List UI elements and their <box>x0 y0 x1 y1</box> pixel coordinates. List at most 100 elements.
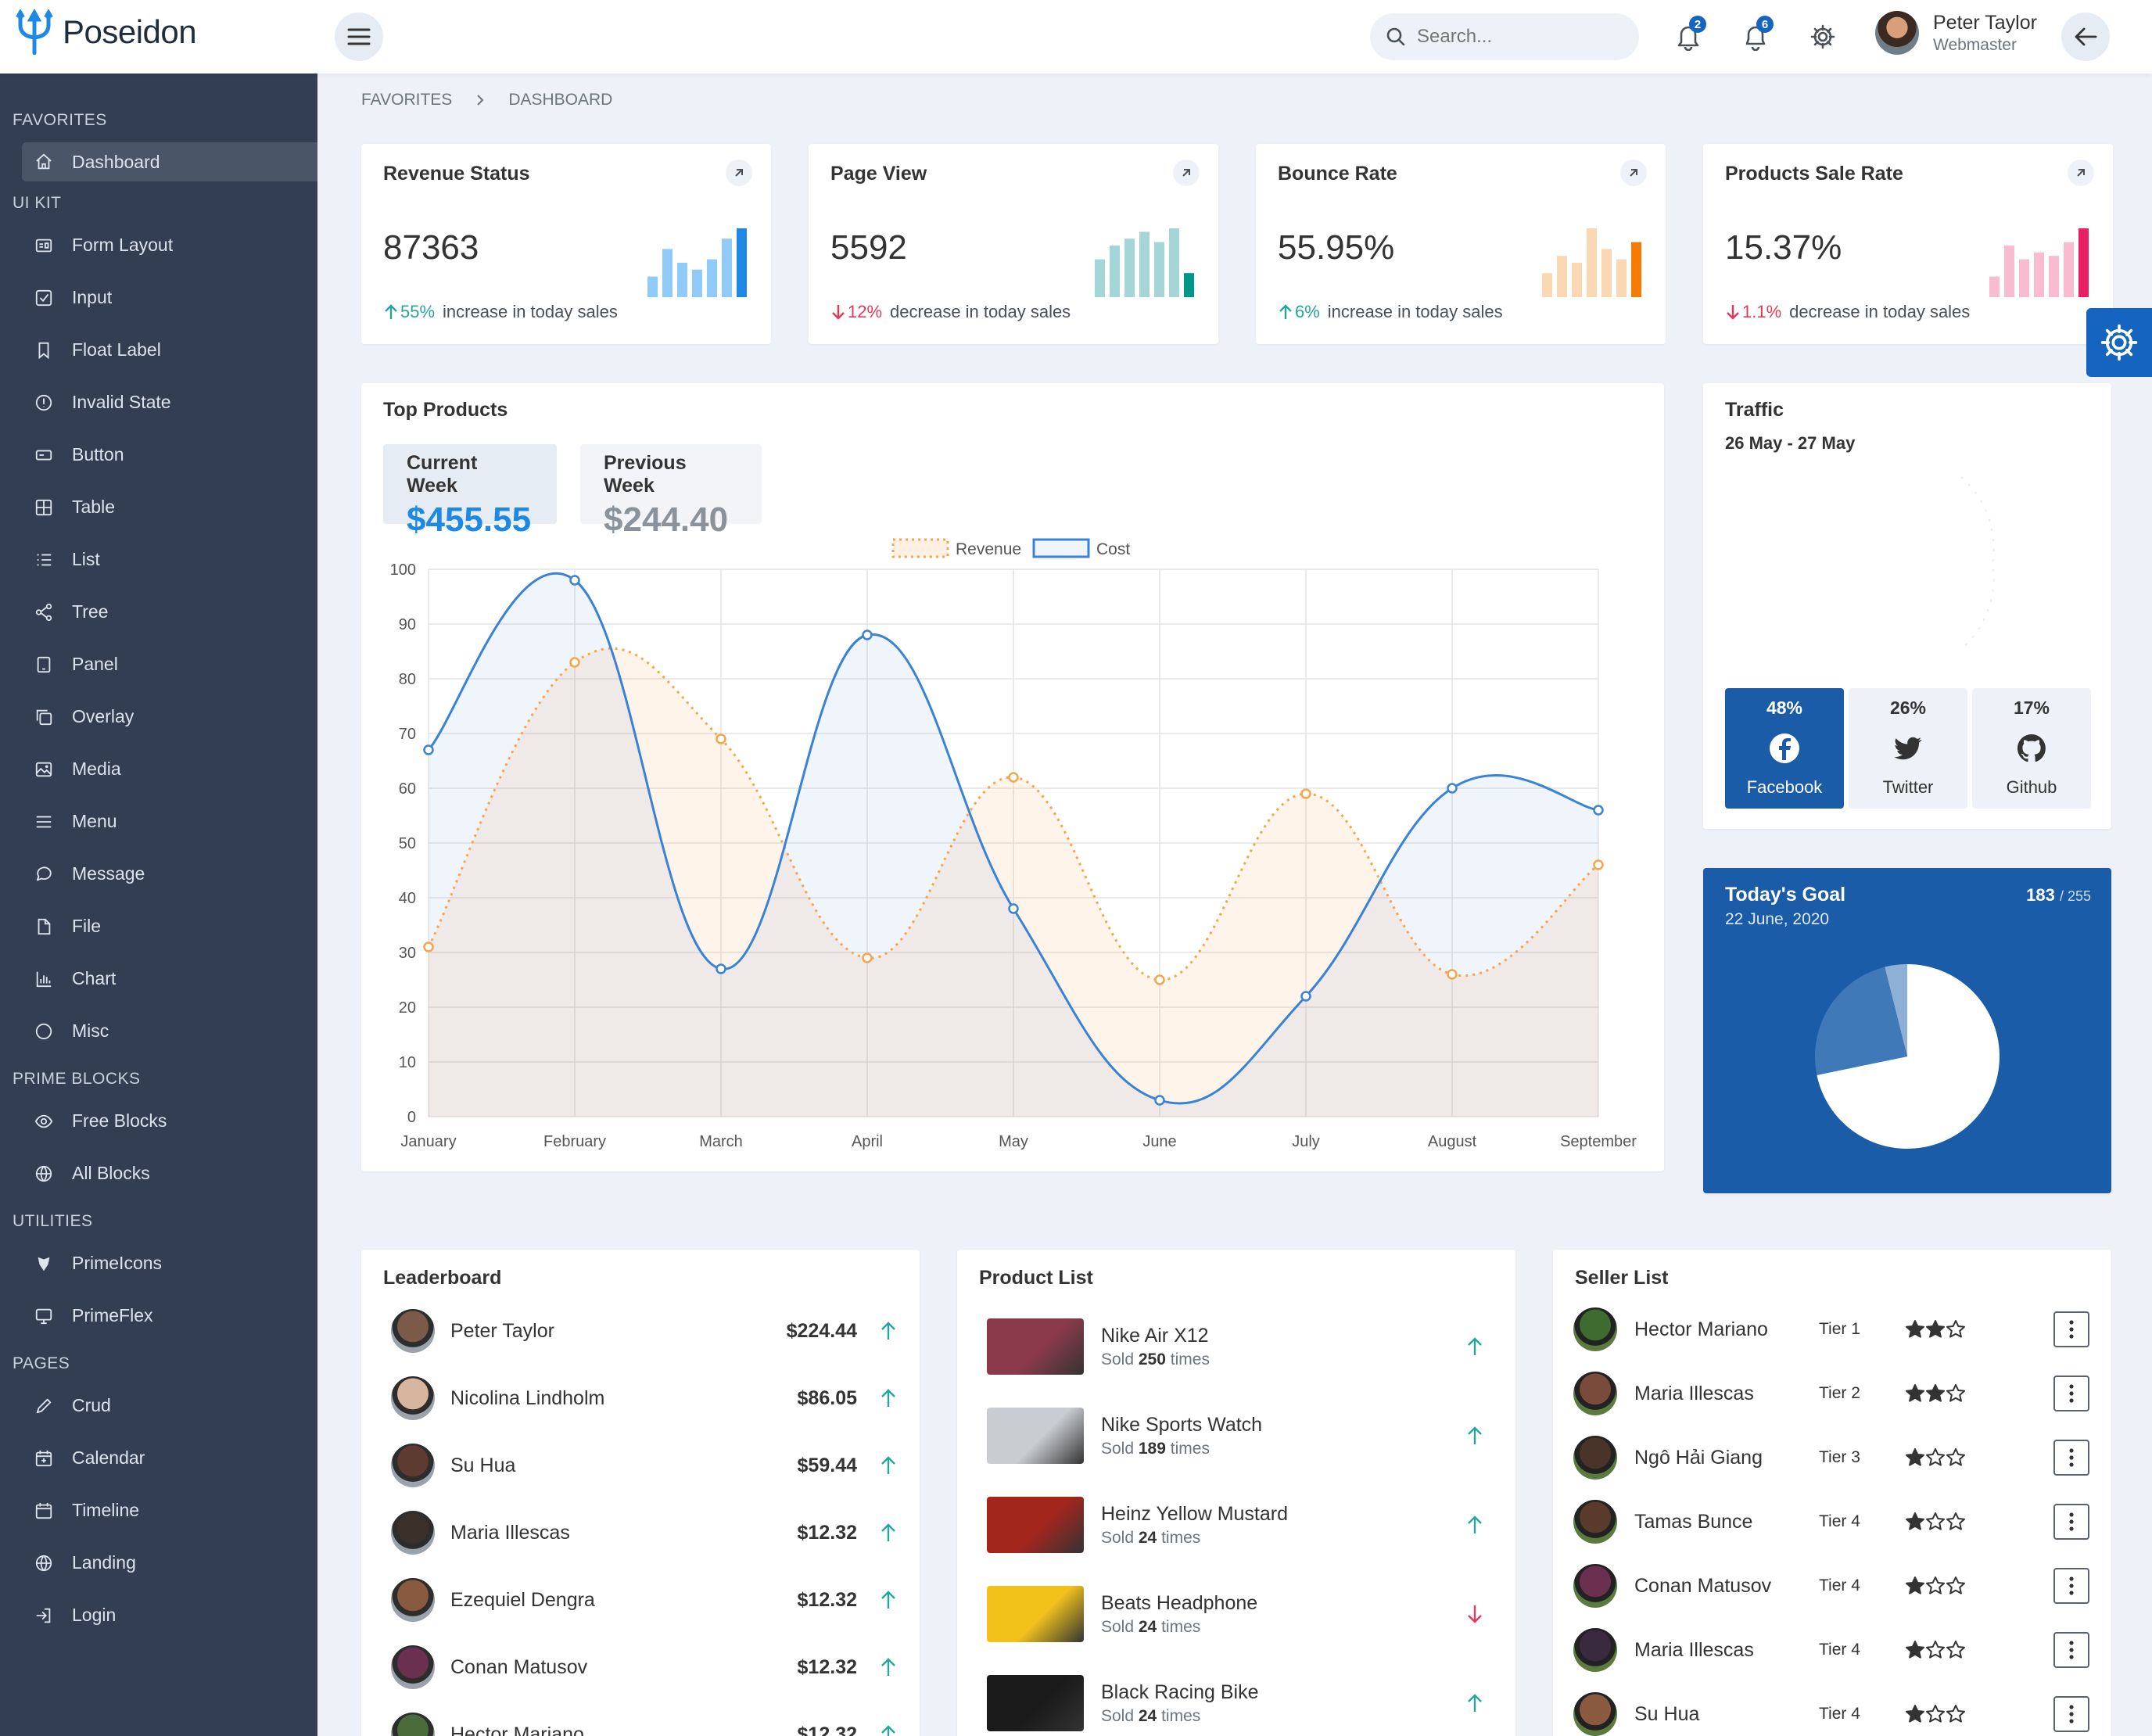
sidebar-item-landing[interactable]: Landing <box>0 1537 317 1589</box>
leaderboard-row[interactable]: Nicolina Lindholm $86.05 <box>361 1376 920 1420</box>
sidebar-item-table[interactable]: Table <box>0 481 317 533</box>
user-profile[interactable]: Peter Taylor Webmaster <box>1875 11 2037 55</box>
seller-menu-button[interactable] <box>2053 1632 2089 1668</box>
external-link-button[interactable] <box>726 160 752 186</box>
seller-menu-button[interactable] <box>2053 1376 2089 1411</box>
data-point[interactable] <box>423 942 434 952</box>
sidebar-item-dashboard[interactable]: Dashboard <box>22 142 317 181</box>
seller-row: Maria Illescas Tier 4 <box>1553 1628 2111 1672</box>
search-input[interactable] <box>1417 26 1620 48</box>
sidebar-item-message[interactable]: Message <box>0 848 317 900</box>
sidebar-item-float-label[interactable]: Float Label <box>0 324 317 376</box>
sidebar-item-primeflex[interactable]: PrimeFlex <box>0 1289 317 1342</box>
menu-toggle-button[interactable] <box>335 13 383 61</box>
leaderboard-row[interactable]: Peter Taylor $224.44 <box>361 1309 920 1353</box>
avatar <box>391 1578 435 1622</box>
sidebar-item-login[interactable]: Login <box>0 1589 317 1641</box>
legend-swatch[interactable] <box>1032 538 1090 558</box>
data-point[interactable] <box>1008 772 1019 783</box>
sidebar-item-crud[interactable]: Crud <box>0 1379 317 1432</box>
sidebar-item-list[interactable]: List <box>0 533 317 586</box>
legend-swatch[interactable] <box>891 538 949 558</box>
traffic-source-github[interactable]: 17% Github <box>1972 688 2091 809</box>
sidebar-item-timeline[interactable]: Timeline <box>0 1484 317 1537</box>
sidebar-item-form-layout[interactable]: Form Layout <box>0 219 317 271</box>
seller-name: Conan Matusov <box>1634 1574 1772 1597</box>
traffic-source-twitter[interactable]: 26% Twitter <box>1849 688 1967 809</box>
data-point[interactable] <box>1593 859 1604 870</box>
product-row[interactable]: Black Racing Bike Sold 24 times <box>957 1675 1515 1731</box>
stat-change: 1.1% <box>1742 302 1782 321</box>
stat-change-text: increase in today sales <box>1327 302 1503 321</box>
sidebar-item-calendar[interactable]: Calendar <box>0 1432 317 1484</box>
leaderboard-row[interactable]: Hector Mariano $12.32 <box>361 1713 920 1736</box>
sidebar-item-media[interactable]: Media <box>0 743 317 795</box>
data-point[interactable] <box>1154 974 1165 985</box>
calendar-plus-icon <box>35 1450 52 1466</box>
data-point[interactable] <box>1008 903 1019 914</box>
data-point[interactable] <box>862 952 873 963</box>
product-row[interactable]: Heinz Yellow Mustard Sold 24 times <box>957 1497 1515 1553</box>
data-point[interactable] <box>1447 969 1458 980</box>
sidebar-item-free-blocks[interactable]: Free Blocks <box>0 1095 317 1147</box>
sidebar-item-misc[interactable]: Misc <box>0 1005 317 1057</box>
ellipsis-v-icon <box>2069 1705 2074 1723</box>
layout-config-button[interactable] <box>2086 308 2152 377</box>
x-tick-label: March <box>699 1133 743 1150</box>
sidebar-item-invalid-state[interactable]: Invalid State <box>0 376 317 429</box>
sidebar-item-button[interactable]: Button <box>0 429 317 481</box>
product-row[interactable]: Nike Air X12 Sold 250 times <box>957 1318 1515 1375</box>
seller-menu-button[interactable] <box>2053 1696 2089 1732</box>
data-point[interactable] <box>862 629 873 640</box>
seller-menu-button[interactable] <box>2053 1568 2089 1604</box>
seller-menu-button[interactable] <box>2053 1440 2089 1476</box>
logo[interactable]: Poseidon <box>14 9 197 55</box>
sidebar-item-overlay[interactable]: Overlay <box>0 690 317 743</box>
globe-icon <box>35 1165 52 1182</box>
leaderboard-row[interactable]: Ezequiel Dengra $12.32 <box>361 1578 920 1622</box>
settings-button[interactable] <box>1803 17 1842 56</box>
arrow-up-right-icon <box>1182 169 1190 177</box>
data-point[interactable] <box>1593 805 1604 816</box>
sold-prefix: Sold <box>1101 1617 1135 1636</box>
external-link-button[interactable] <box>2068 160 2094 186</box>
sidebar-item-chart[interactable]: Chart <box>0 952 317 1005</box>
search-box[interactable] <box>1370 13 1639 60</box>
external-link-button[interactable] <box>1173 160 1200 186</box>
notifications-button[interactable]: 2 <box>1669 16 1708 56</box>
product-thumbnail <box>987 1675 1084 1731</box>
data-point[interactable] <box>716 733 726 744</box>
sidebar-item-tree[interactable]: Tree <box>0 586 317 638</box>
arrow-up-right-icon <box>2077 169 2085 177</box>
data-point[interactable] <box>569 575 580 586</box>
leaderboard-amount: $12.32 <box>797 1723 857 1736</box>
leaderboard-row[interactable]: Su Hua $59.44 <box>361 1444 920 1487</box>
traffic-source-facebook[interactable]: 48% Facebook <box>1725 688 1844 809</box>
sidebar-item-input[interactable]: Input <box>0 271 317 324</box>
seller-menu-button[interactable] <box>2053 1504 2089 1540</box>
x-tick-label: May <box>999 1133 1028 1150</box>
product-row[interactable]: Nike Sports Watch Sold 189 times <box>957 1408 1515 1464</box>
external-link-button[interactable] <box>1620 160 1647 186</box>
breadcrumb-item[interactable]: FAVORITES <box>361 91 452 109</box>
product-row[interactable]: Beats Headphone Sold 24 times <box>957 1586 1515 1642</box>
data-point[interactable] <box>1300 788 1311 799</box>
data-point[interactable] <box>569 657 580 668</box>
sidebar-item-primeicons[interactable]: PrimeIcons <box>0 1237 317 1289</box>
data-point[interactable] <box>1154 1095 1165 1106</box>
sidebar-item-menu[interactable]: Menu <box>0 795 317 848</box>
sidebar-item-all-blocks[interactable]: All Blocks <box>0 1147 317 1200</box>
sidebar-item-file[interactable]: File <box>0 900 317 952</box>
messages-button[interactable]: 6 <box>1736 16 1775 56</box>
seller-menu-button[interactable] <box>2053 1311 2089 1347</box>
data-point[interactable] <box>423 744 434 755</box>
arrow-up-icon <box>881 1322 895 1340</box>
sidebar-item-panel[interactable]: Panel <box>0 638 317 690</box>
data-point[interactable] <box>1300 991 1311 1002</box>
data-point[interactable] <box>716 963 726 974</box>
leaderboard-row[interactable]: Maria Illescas $12.32 <box>361 1511 920 1555</box>
leaderboard-row[interactable]: Conan Matusov $12.32 <box>361 1645 920 1689</box>
breadcrumb-item[interactable]: DASHBOARD <box>508 91 612 109</box>
back-button[interactable] <box>2061 13 2110 61</box>
data-point[interactable] <box>1447 783 1458 794</box>
